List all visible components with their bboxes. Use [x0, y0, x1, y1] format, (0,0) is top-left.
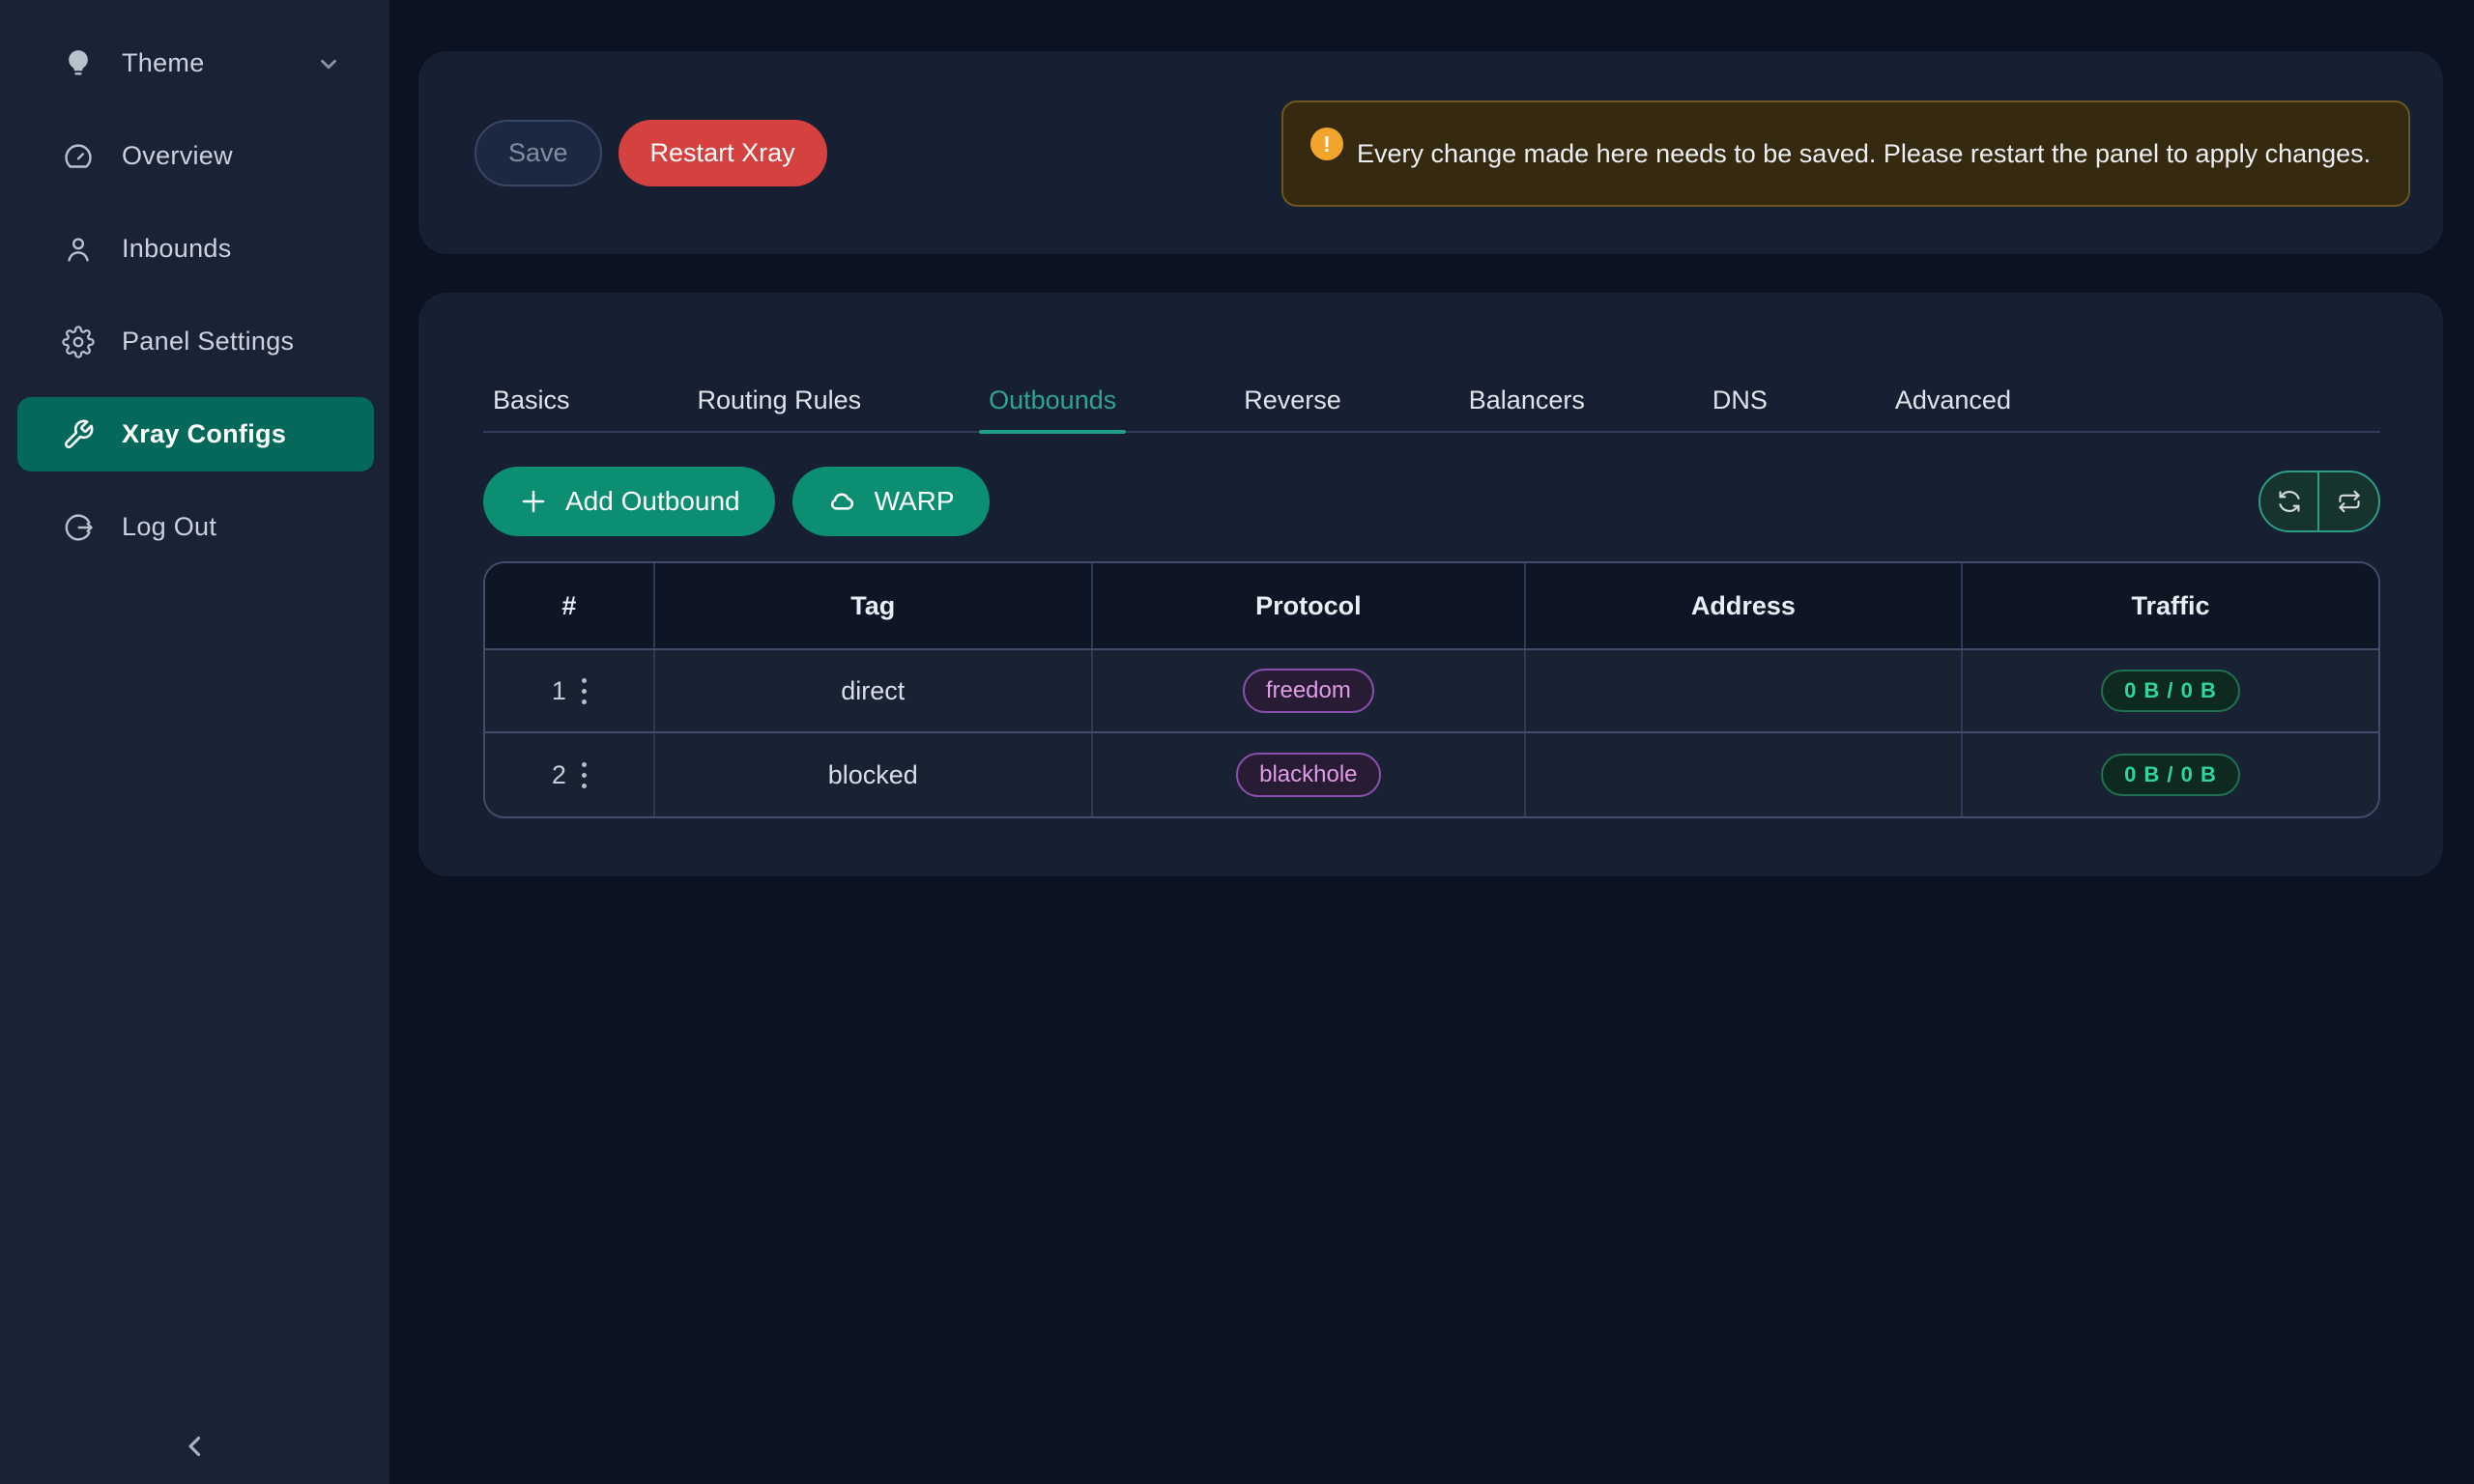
tag-cell: direct [655, 650, 1093, 731]
plus-icon [518, 486, 549, 517]
add-outbound-button[interactable]: Add Outbound [483, 467, 775, 536]
toolbar-card: Save Restart Xray ! Every change made he… [418, 51, 2443, 254]
alert-message: Every change made here needs to be saved… [1357, 133, 2371, 175]
column-header-tag: Tag [655, 563, 1093, 648]
sidebar-item-label: Xray Configs [122, 419, 286, 449]
traffic-badge: 0 B / 0 B [2101, 754, 2240, 796]
row-menu-icon[interactable] [582, 678, 587, 704]
xray-configs-card: Basics Routing Rules Outbounds Reverse B… [418, 293, 2443, 876]
sidebar-item-label: Overview [122, 141, 233, 171]
actions-row: Add Outbound WARP [483, 467, 2380, 536]
gear-icon [60, 324, 97, 360]
address-cell [1526, 650, 1963, 731]
sidebar-item-overview[interactable]: Overview [17, 119, 374, 193]
sidebar-item-label: Panel Settings [122, 327, 294, 357]
column-header-protocol: Protocol [1093, 563, 1526, 648]
warp-label: WARP [875, 486, 955, 517]
traffic-cell: 0 B / 0 B [1963, 733, 2378, 816]
cloud-icon [827, 486, 858, 517]
restart-xray-button[interactable]: Restart Xray [618, 120, 827, 186]
gauge-icon [60, 138, 97, 175]
warning-alert: ! Every change made here needs to be sav… [1281, 100, 2410, 207]
tab-outbounds[interactable]: Outbounds [979, 385, 1126, 431]
bulb-icon [60, 45, 97, 82]
chevron-down-icon [316, 51, 341, 76]
sidebar-nav: Theme Overview Inbounds [0, 0, 389, 564]
address-cell [1526, 733, 1963, 816]
table-header-row: # Tag Protocol Address Traffic [485, 563, 2378, 650]
row-number-cell: 1 [485, 650, 655, 731]
table-row: 2 blocked blackhole 0 B / 0 B [485, 733, 2378, 816]
tab-advanced[interactable]: Advanced [1885, 385, 2021, 431]
sidebar-item-panel-settings[interactable]: Panel Settings [17, 304, 374, 379]
repeat-icon [2336, 488, 2363, 515]
table-tools [2258, 471, 2380, 532]
auto-reload-button[interactable] [2319, 472, 2378, 530]
add-outbound-label: Add Outbound [565, 486, 740, 517]
warning-icon: ! [1310, 128, 1343, 160]
traffic-badge: 0 B / 0 B [2101, 670, 2240, 712]
protocol-badge: blackhole [1236, 753, 1380, 797]
tab-routing-rules[interactable]: Routing Rules [688, 385, 872, 431]
chevron-left-icon [179, 1430, 212, 1463]
protocol-cell: blackhole [1093, 733, 1526, 816]
sidebar-collapse-button[interactable] [179, 1430, 212, 1463]
sidebar-item-theme[interactable]: Theme [17, 26, 374, 100]
tab-dns[interactable]: DNS [1703, 385, 1777, 431]
sidebar-item-label: Inbounds [122, 234, 232, 264]
row-number: 2 [552, 760, 566, 790]
sidebar-item-log-out[interactable]: Log Out [17, 490, 374, 564]
row-menu-icon[interactable] [582, 762, 587, 788]
user-icon [60, 231, 97, 268]
sidebar: Theme Overview Inbounds [0, 0, 389, 1484]
row-number-cell: 2 [485, 733, 655, 816]
traffic-cell: 0 B / 0 B [1963, 650, 2378, 731]
logout-icon [60, 509, 97, 546]
wrench-icon [60, 416, 97, 453]
main-content: Save Restart Xray ! Every change made he… [389, 0, 2474, 1484]
refresh-icon [2276, 488, 2303, 515]
row-number: 1 [552, 676, 566, 706]
tab-reverse[interactable]: Reverse [1234, 385, 1351, 431]
tab-balancers[interactable]: Balancers [1459, 385, 1595, 431]
tab-basics[interactable]: Basics [483, 385, 580, 431]
save-button[interactable]: Save [475, 120, 602, 186]
sidebar-item-xray-configs[interactable]: Xray Configs [17, 397, 374, 471]
sidebar-item-label: Log Out [122, 512, 216, 542]
column-header-address: Address [1526, 563, 1963, 648]
protocol-badge: freedom [1243, 669, 1374, 713]
sidebar-item-inbounds[interactable]: Inbounds [17, 212, 374, 286]
warp-button[interactable]: WARP [792, 467, 990, 536]
outbounds-table: # Tag Protocol Address Traffic 1 direct [483, 561, 2380, 818]
table-row: 1 direct freedom 0 B / 0 B [485, 650, 2378, 733]
tab-bar: Basics Routing Rules Outbounds Reverse B… [483, 293, 2380, 433]
column-header-number: # [485, 563, 655, 648]
refresh-button[interactable] [2260, 472, 2319, 530]
protocol-cell: freedom [1093, 650, 1526, 731]
tag-cell: blocked [655, 733, 1093, 816]
column-header-traffic: Traffic [1963, 563, 2378, 648]
app-root: Theme Overview Inbounds [0, 0, 2474, 1484]
sidebar-item-label: Theme [122, 48, 205, 78]
